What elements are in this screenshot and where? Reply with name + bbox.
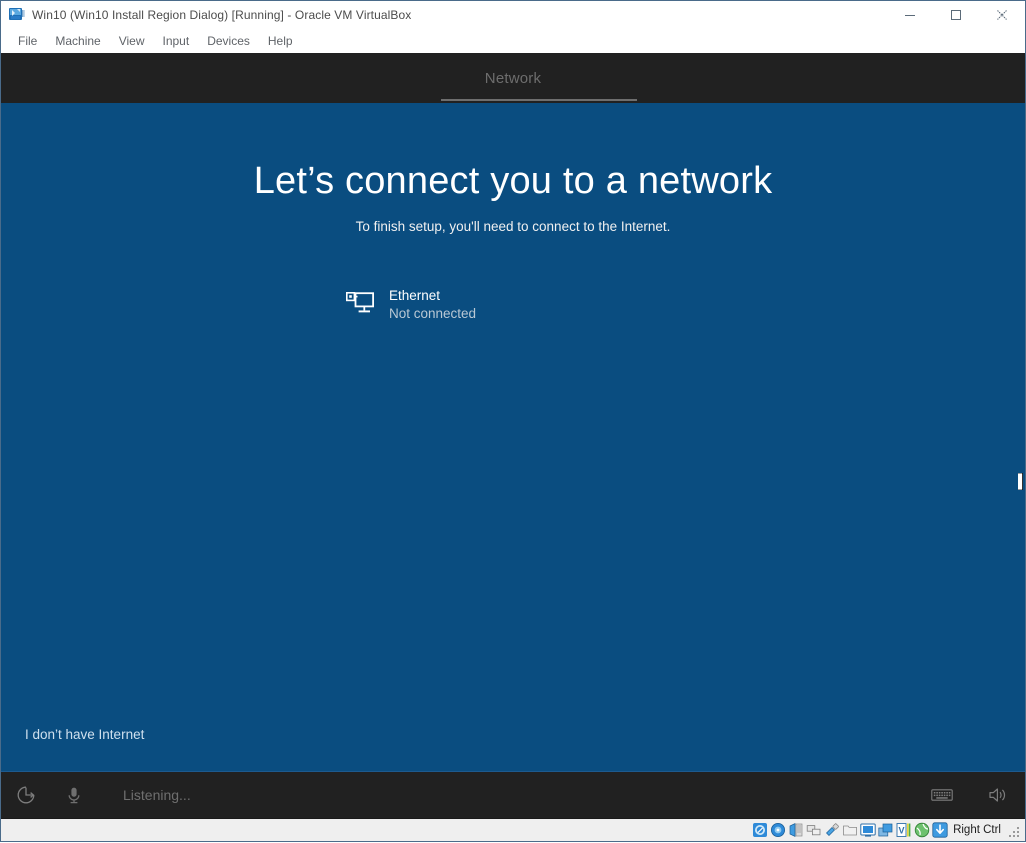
ease-of-access-icon[interactable] xyxy=(13,782,39,808)
vm-features-icon[interactable]: V xyxy=(896,822,912,838)
host-key-label: Right Ctrl xyxy=(953,824,1001,836)
host-key-icon[interactable] xyxy=(932,822,948,838)
mouse-cursor xyxy=(1018,472,1025,491)
footer-right-icons xyxy=(899,782,1025,808)
maximize-button[interactable] xyxy=(933,1,979,29)
vm-guest-screen[interactable]: Network Let’s connect you to a network T… xyxy=(1,53,1025,818)
window-controls xyxy=(887,1,1025,29)
network-item-text: Ethernet Not connected xyxy=(389,287,476,323)
minimize-button[interactable] xyxy=(887,1,933,29)
menu-item-input[interactable]: Input xyxy=(154,31,199,51)
window-title: Win10 (Win10 Install Region Dialog) [Run… xyxy=(32,8,412,22)
oobe-content: Let’s connect you to a network To finish… xyxy=(1,103,1025,772)
usb-icon[interactable] xyxy=(824,822,840,838)
ethernet-icon xyxy=(345,289,375,319)
menu-item-devices[interactable]: Devices xyxy=(198,31,259,51)
floppy-disk-icon[interactable] xyxy=(788,822,804,838)
keyboard-icon[interactable] xyxy=(929,782,955,808)
shared-folders-icon[interactable] xyxy=(842,822,858,838)
cortana-listening-text: Listening... xyxy=(123,787,191,803)
network-list-item-ethernet[interactable]: Ethernet Not connected xyxy=(345,283,665,327)
menu-item-view[interactable]: View xyxy=(110,31,154,51)
mouse-integration-icon[interactable] xyxy=(914,822,930,838)
network-adapter-icon[interactable] xyxy=(806,822,822,838)
optical-disk-icon[interactable] xyxy=(770,822,786,838)
oobe-header-bar: Network xyxy=(1,53,1025,103)
oobe-footer-bar: Listening... xyxy=(1,771,1025,818)
oobe-title-underline xyxy=(441,99,637,101)
network-name: Ethernet xyxy=(389,288,441,303)
menubar: File Machine View Input Devices Help xyxy=(1,29,1025,53)
hard-disk-icon[interactable] xyxy=(752,822,768,838)
resize-grip[interactable] xyxy=(1007,823,1019,837)
network-status: Not connected xyxy=(389,306,477,322)
svg-text:V: V xyxy=(899,826,905,836)
display-icon[interactable] xyxy=(860,822,876,838)
network-list: Ethernet Not connected xyxy=(345,283,665,327)
virtualbox-statusbar: V Right Ctrl xyxy=(1,818,1025,841)
microphone-icon[interactable] xyxy=(61,782,87,808)
menu-item-machine[interactable]: Machine xyxy=(46,31,109,51)
menu-item-help[interactable]: Help xyxy=(259,31,302,51)
virtualbox-icon xyxy=(9,7,25,23)
window-titlebar[interactable]: Win10 (Win10 Install Region Dialog) [Run… xyxy=(1,1,1025,29)
oobe-subheading: To finish setup, you'll need to connect … xyxy=(355,219,671,234)
oobe-heading: Let’s connect you to a network xyxy=(253,160,773,202)
no-internet-link[interactable]: I don’t have Internet xyxy=(25,727,144,742)
menu-item-file[interactable]: File xyxy=(9,31,46,51)
oobe-page-title: Network xyxy=(484,69,542,87)
virtualbox-window: Win10 (Win10 Install Region Dialog) [Run… xyxy=(0,0,1026,842)
close-button[interactable] xyxy=(979,1,1025,29)
volume-icon[interactable] xyxy=(985,782,1011,808)
video-capture-icon[interactable] xyxy=(878,822,894,838)
statusbar-icon-group: V xyxy=(752,822,948,838)
